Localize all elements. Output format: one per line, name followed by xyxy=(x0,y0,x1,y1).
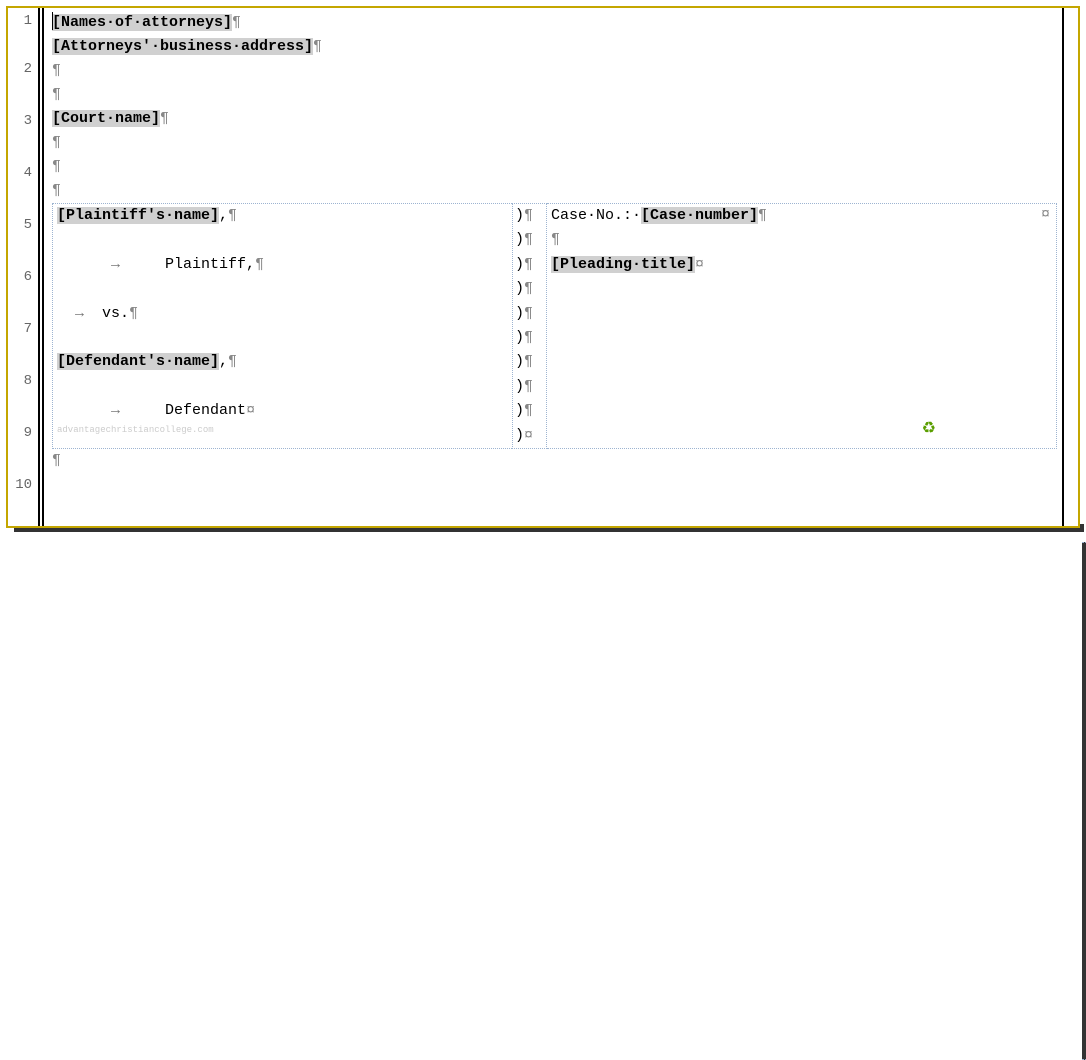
pilcrow-mark: ¶ xyxy=(551,231,560,248)
line-number: 10 xyxy=(15,477,32,493)
pilcrow-mark: ¶ xyxy=(313,38,322,55)
text-cursor xyxy=(52,12,53,30)
pilcrow-mark: ¶ xyxy=(524,378,533,395)
field-attorneys-address[interactable]: [Attorneys'·business·address] xyxy=(52,38,313,55)
text-line[interactable]: ¶ xyxy=(52,59,1078,83)
text-line[interactable]: [Attorneys'·business·address]¶ xyxy=(52,35,1078,59)
document-content[interactable]: [Names·of·attorneys]¶ [Attorneys'·busine… xyxy=(52,8,1078,526)
text-line[interactable]: [Court·name]¶ xyxy=(52,107,1078,131)
pilcrow-mark: ¶ xyxy=(52,86,61,103)
pilcrow-mark: ¶ xyxy=(524,329,533,346)
pilcrow-mark: ¶ xyxy=(52,452,61,469)
right-margin-rule xyxy=(1062,8,1064,526)
paren-mark: ) xyxy=(515,353,524,370)
text-line[interactable]: [Names·of·attorneys]¶ xyxy=(52,11,1078,35)
vs-label: vs. xyxy=(102,305,129,322)
line-number: 6 xyxy=(24,269,32,285)
text-line[interactable]: ¶ xyxy=(52,155,1078,179)
field-attorneys-names[interactable]: [Names·of·attorneys] xyxy=(52,14,232,31)
tab-mark: → xyxy=(75,305,84,322)
text-line[interactable]: ¶ xyxy=(52,179,1078,203)
line-number: 9 xyxy=(24,425,32,441)
recycle-icon: ♻ xyxy=(922,418,936,438)
text-line[interactable]: ¶ xyxy=(52,83,1078,107)
defendant-label: Defendant xyxy=(165,402,246,419)
paren-mark: ) xyxy=(515,329,524,346)
line-number: 4 xyxy=(24,165,32,181)
cell-end-mark: ¤ xyxy=(695,256,704,273)
text-line[interactable]: ¶ xyxy=(52,131,1078,155)
pilcrow-mark: ¶ xyxy=(160,110,169,127)
comma: , xyxy=(219,207,228,224)
pilcrow-mark: ¶ xyxy=(228,353,237,370)
paren-mark: ) xyxy=(515,427,524,444)
paren-mark: ) xyxy=(515,378,524,395)
pilcrow-mark: ¶ xyxy=(255,256,264,273)
cell-end-mark: ¤ xyxy=(524,427,533,444)
pilcrow-mark: ¶ xyxy=(52,182,61,199)
line-number: 1 xyxy=(24,13,32,29)
case-no-label: Case·No.:· xyxy=(551,207,641,224)
pilcrow-mark: ¶ xyxy=(524,207,533,224)
pilcrow-mark: ¶ xyxy=(129,305,138,322)
paren-mark: ) xyxy=(515,305,524,322)
field-defendant-name[interactable]: [Defendant's·name] xyxy=(57,353,219,370)
line-number: 5 xyxy=(24,217,32,233)
tab-mark: → xyxy=(111,402,120,419)
tab-mark: → xyxy=(111,256,120,273)
paren-mark: ) xyxy=(515,207,524,224)
pilcrow-mark: ¶ xyxy=(524,305,533,322)
watermark-text: advantagechristiancollege.com xyxy=(53,424,512,436)
vertical-rule xyxy=(38,8,40,526)
comma: , xyxy=(219,353,228,370)
paren-mark: ) xyxy=(515,402,524,419)
caption-table[interactable]: [Plaintiff's·name],¶ → Plaintiff,¶ → vs.… xyxy=(52,203,1057,449)
field-court-name[interactable]: [Court·name] xyxy=(52,110,160,127)
cell-end-mark: ¤ xyxy=(246,402,255,419)
pilcrow-mark: ¶ xyxy=(524,231,533,248)
drop-shadow xyxy=(1082,542,1086,1060)
pilcrow-mark: ¶ xyxy=(524,256,533,273)
pilcrow-mark: ¶ xyxy=(758,207,767,224)
caption-divider-cell: )¶ )¶ )¶ )¶ )¶ )¶ )¶ )¶ )¶ )¤ xyxy=(512,203,547,449)
pilcrow-mark: ¶ xyxy=(52,62,61,79)
line-number: 2 xyxy=(24,61,32,77)
cell-end-mark: ¤ xyxy=(1041,206,1050,223)
line-number: 8 xyxy=(24,373,32,389)
field-pleading-title[interactable]: [Pleading·title] xyxy=(551,256,695,273)
paren-mark: ) xyxy=(515,280,524,297)
caption-left-cell[interactable]: [Plaintiff's·name],¶ → Plaintiff,¶ → vs.… xyxy=(52,203,512,449)
plaintiff-label: Plaintiff, xyxy=(165,256,255,273)
pilcrow-mark: ¶ xyxy=(52,134,61,151)
pilcrow-mark: ¶ xyxy=(232,14,241,31)
caption-right-cell[interactable]: ¤ Case·No.:·[Case·number]¶ ¶ [Pleading·t… xyxy=(547,203,1057,449)
pilcrow-mark: ¶ xyxy=(228,207,237,224)
document-page[interactable]: 1 2 3 4 5 6 7 8 9 10 [Names·of·attorneys… xyxy=(8,8,1078,526)
pilcrow-mark: ¶ xyxy=(524,402,533,419)
field-case-number[interactable]: [Case·number] xyxy=(641,207,758,224)
pilcrow-mark: ¶ xyxy=(524,353,533,370)
line-number: 7 xyxy=(24,321,32,337)
paren-mark: ) xyxy=(515,231,524,248)
pilcrow-mark: ¶ xyxy=(52,158,61,175)
paren-mark: ) xyxy=(515,256,524,273)
field-plaintiff-name[interactable]: [Plaintiff's·name] xyxy=(57,207,219,224)
line-number: 3 xyxy=(24,113,32,129)
vertical-rule xyxy=(42,8,44,526)
pilcrow-mark: ¶ xyxy=(524,280,533,297)
text-line[interactable]: ¶ xyxy=(52,449,1078,473)
line-number-column: 1 2 3 4 5 6 7 8 9 10 xyxy=(8,8,38,526)
